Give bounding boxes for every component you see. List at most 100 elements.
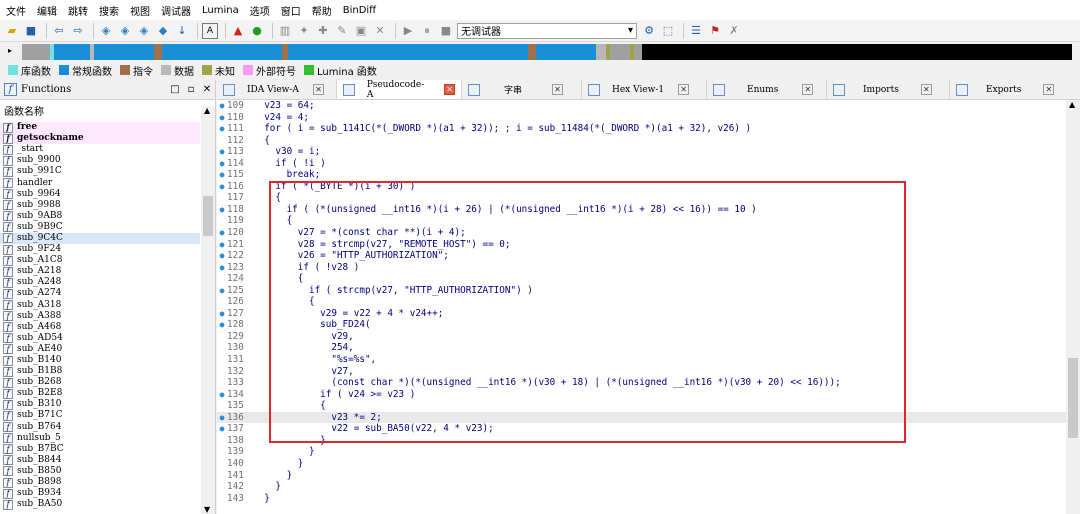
float-icon[interactable]: ▫ — [183, 84, 199, 95]
code-line[interactable]: ● 111 for ( i = sub_1141C(*(_DWORD *)(a1 … — [217, 123, 1080, 135]
tab-close-icon[interactable]: ✕ — [920, 84, 932, 95]
function-list-item[interactable]: f sub_B310 — [0, 399, 200, 410]
tab-close-icon[interactable]: ✕ — [444, 84, 455, 95]
menu-bindiff[interactable]: BinDiff — [343, 5, 376, 16]
list-icon[interactable]: ☰ — [688, 23, 704, 39]
next-search-icon[interactable]: ◈ — [136, 23, 152, 39]
breakpoint-dot-icon[interactable]: ● — [217, 250, 227, 262]
tab-ida-view-a[interactable]: IDA View-A ✕ — [217, 80, 337, 99]
scroll-up-icon[interactable]: ▲ — [1069, 100, 1075, 109]
function-list-item[interactable]: f sub_AE40 — [0, 344, 200, 355]
scroll-up-icon[interactable]: ▲ — [204, 106, 210, 115]
menu-file[interactable]: 文件 — [6, 3, 26, 18]
breakpoint-dot-icon[interactable]: ● — [217, 181, 227, 193]
add-node-icon[interactable]: ✚ — [315, 23, 331, 39]
function-list-item[interactable]: f sub_A218 — [0, 266, 200, 277]
function-list-item[interactable]: f sub_B268 — [0, 377, 200, 388]
close-icon[interactable]: ✕ — [199, 84, 215, 95]
binary-search-icon[interactable]: ◈ — [98, 23, 114, 39]
tab-hex-view-1[interactable]: Hex View-1 ✕ — [582, 80, 707, 99]
tab-close-icon[interactable]: ✕ — [1043, 84, 1055, 95]
function-list-item[interactable]: f sub_991C — [0, 166, 200, 177]
function-list-item[interactable]: f sub_A248 — [0, 277, 200, 288]
function-list-item[interactable]: f sub_B844 — [0, 455, 200, 466]
breakpoint-dot-icon[interactable]: ● — [217, 112, 227, 124]
menu-edit[interactable]: 编辑 — [37, 3, 57, 18]
menu-jump[interactable]: 跳转 — [68, 3, 88, 18]
graph-red-icon[interactable]: ▲ — [230, 23, 246, 39]
function-list-item[interactable]: f sub_B898 — [0, 477, 200, 488]
function-list-item[interactable]: f sub_B71C — [0, 410, 200, 421]
text-mode-icon[interactable]: A — [202, 22, 218, 39]
breakpoint-dot-icon[interactable]: ● — [217, 308, 227, 320]
breakpoint-dot-icon[interactable]: ● — [217, 239, 227, 251]
function-list-item[interactable]: f _start — [0, 144, 200, 155]
function-name-column-header[interactable]: 函数名称 — [0, 106, 200, 120]
breakpoint-dot-icon[interactable]: ● — [217, 262, 227, 274]
tab-close-icon[interactable]: ✕ — [802, 84, 814, 95]
navigation-strip[interactable] — [22, 44, 1072, 60]
tab-pseudocode-a[interactable]: Pseudocode-A ✕ — [337, 80, 462, 100]
breakpoint-dot-icon[interactable]: ● — [217, 423, 227, 435]
xref-icon[interactable]: ✦ — [296, 23, 312, 39]
code-line[interactable]: ● 114 if ( !i ) — [217, 158, 1080, 170]
debug-step-icon[interactable]: ⬚ — [660, 23, 676, 39]
play-icon[interactable]: ▶ — [400, 23, 416, 39]
function-list-item[interactable]: f sub_9AB8 — [0, 211, 200, 222]
function-list-item[interactable]: f sub_9988 — [0, 200, 200, 211]
open-folder-icon[interactable]: ▰ — [4, 23, 20, 39]
tab-close-icon[interactable]: ✕ — [678, 84, 690, 95]
menu-windows[interactable]: 窗口 — [281, 3, 301, 18]
code-line[interactable]: 142 } — [217, 481, 1080, 493]
scroll-down-icon[interactable]: ▼ — [204, 505, 210, 514]
text-search-icon[interactable]: ◈ — [117, 23, 133, 39]
breakpoint-dot-icon[interactable]: ● — [217, 169, 227, 181]
stop-icon[interactable]: ■ — [438, 23, 454, 39]
close-x-icon[interactable]: ✕ — [372, 23, 388, 39]
function-list-item[interactable]: f sub_A318 — [0, 300, 200, 311]
code-line[interactable]: ● 115 break; — [217, 169, 1080, 181]
menu-debugger[interactable]: 调试器 — [161, 3, 191, 18]
pause-icon[interactable]: ⏸ — [419, 23, 435, 39]
breakpoint-icon[interactable]: ✗ — [726, 23, 742, 39]
breakpoint-dot-icon[interactable]: ● — [217, 100, 227, 112]
breakpoint-dot-icon[interactable]: ● — [217, 204, 227, 216]
save-icon[interactable]: ■ — [23, 23, 39, 39]
menu-view[interactable]: 视图 — [130, 3, 150, 18]
tab-strings[interactable]: 字串 ✕ — [462, 80, 582, 99]
green-circle-icon[interactable]: ● — [249, 23, 265, 39]
scroll-thumb[interactable] — [1068, 358, 1078, 438]
function-list-item[interactable]: f sub_9F24 — [0, 244, 200, 255]
function-list-item[interactable]: f sub_B934 — [0, 488, 200, 499]
function-list-item[interactable]: f sub_B764 — [0, 422, 200, 433]
function-list-item[interactable]: f sub_BA50 — [0, 499, 200, 510]
breakpoint-dot-icon[interactable]: ● — [217, 319, 227, 331]
tab-imports[interactable]: Imports ✕ — [827, 80, 950, 99]
breakpoint-dot-icon[interactable]: ● — [217, 227, 227, 239]
chart-icon[interactable]: ▥ — [277, 23, 293, 39]
function-list-item[interactable]: f getsockname — [0, 133, 200, 145]
menu-lumina[interactable]: Lumina — [202, 5, 239, 16]
function-list-item[interactable]: f sub_9B9C — [0, 222, 200, 233]
down-arrow-icon[interactable]: ↓ — [174, 23, 190, 39]
breakpoint-dot-icon[interactable]: ● — [217, 389, 227, 401]
code-line[interactable]: ● 113 v30 = i; — [217, 146, 1080, 158]
code-scrollbar[interactable]: ▲ — [1066, 100, 1080, 514]
tab-exports[interactable]: Exports ✕ — [950, 80, 1080, 99]
function-list-item[interactable]: f sub_9900 — [0, 155, 200, 166]
code-line[interactable]: 143 } — [217, 493, 1080, 505]
image-icon[interactable]: ▣ — [353, 23, 369, 39]
code-line[interactable]: 112 { — [217, 135, 1080, 147]
function-list-item[interactable]: f sub_B850 — [0, 466, 200, 477]
functions-scrollbar[interactable]: ▲ ▼ — [201, 106, 215, 514]
nav-arrows-icon[interactable]: ▸ — [8, 46, 12, 55]
function-list-item[interactable]: f sub_A1C8 — [0, 255, 200, 266]
tab-close-icon[interactable]: ✕ — [312, 84, 324, 95]
breakpoint-dot-icon[interactable]: ● — [217, 412, 227, 424]
back-arrow-icon[interactable]: ⇦ — [51, 23, 67, 39]
forward-arrow-icon[interactable]: ⇨ — [70, 23, 86, 39]
function-list-item[interactable]: f handler — [0, 177, 200, 189]
function-list-item[interactable]: f sub_A274 — [0, 288, 200, 299]
breakpoint-dot-icon[interactable]: ● — [217, 146, 227, 158]
function-list-item[interactable]: f sub_A388 — [0, 311, 200, 322]
